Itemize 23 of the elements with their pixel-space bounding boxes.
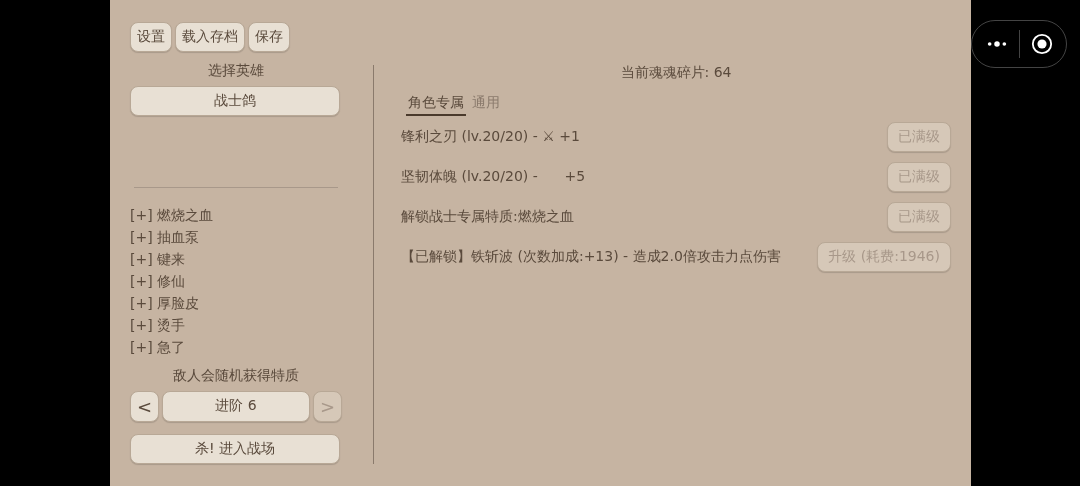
tab[interactable]: 角色专属 xyxy=(406,94,466,116)
upgrade-label: 【已解锁】铁斩波 (次数加成:+13) - 造成2.0倍攻击力点伤害 xyxy=(401,248,781,266)
trait-item[interactable]: [+] 抽血泵 xyxy=(130,227,342,247)
hero-heading: 选择英雄 xyxy=(207,62,265,80)
prev-button[interactable]: < xyxy=(130,391,159,422)
menu-button[interactable]: 设置 xyxy=(130,22,172,52)
trait-item[interactable]: [+] 键来 xyxy=(130,249,342,269)
menu-button[interactable]: 保存 xyxy=(248,22,290,52)
menu-button[interactable]: 载入存档 xyxy=(175,22,245,52)
more-icon[interactable] xyxy=(985,39,1008,49)
difficulty-level: 进阶 6 xyxy=(162,391,310,422)
trait-item[interactable]: [+] 烫手 xyxy=(130,315,342,335)
soul-shards-count: 当前魂魂碎片: 64 xyxy=(619,64,733,82)
trait-item[interactable]: [+] 厚脸皮 xyxy=(130,293,342,313)
upgrade-label: 锋利之刃 (lv.20/20) - ⚔ +1 xyxy=(401,128,580,146)
start-battle-button[interactable]: 杀! 进入战场 xyxy=(130,434,340,464)
hero-select-button[interactable]: 战士鸽 xyxy=(130,86,340,116)
trait-item[interactable]: [+] 修仙 xyxy=(130,271,342,291)
upgrade-label: 坚韧体魄 (lv.20/20) - +5 xyxy=(401,168,586,186)
trait-item[interactable]: [+] 急了 xyxy=(130,337,342,357)
difficulty-note: 敌人会随机获得特质 xyxy=(172,367,300,385)
upgrade-label: 解锁战士专属特质:燃烧之血 xyxy=(401,208,574,226)
trait-item[interactable]: [+] 燃烧之血 xyxy=(130,205,342,225)
